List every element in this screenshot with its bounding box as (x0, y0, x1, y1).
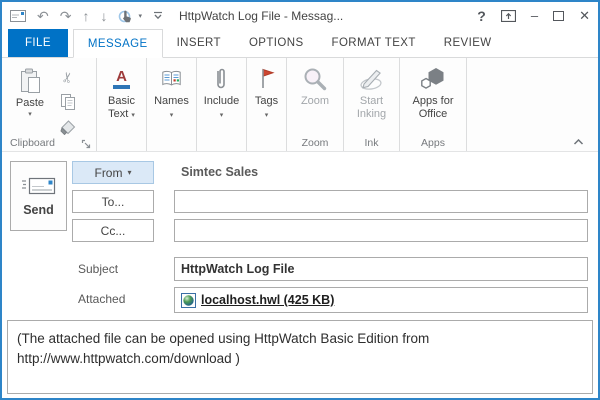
subject-input[interactable]: HttpWatch Log File (174, 257, 588, 281)
undo-icon[interactable]: ↶ (37, 9, 49, 23)
window-menu-icon[interactable] (10, 9, 26, 22)
minimize-button[interactable]: – (531, 9, 538, 22)
window-controls: ? – ✕ (477, 9, 590, 23)
move-up-icon[interactable]: ↑ (82, 9, 89, 23)
tab-message[interactable]: MESSAGE (72, 29, 163, 58)
magnifier-icon (302, 65, 328, 93)
customize-qat-icon[interactable] (153, 11, 163, 20)
address-book-icon (160, 65, 183, 93)
from-value: Simtec Sales (181, 165, 259, 179)
attachment-name: localhost.hwl (425 KB) (201, 293, 335, 307)
from-button[interactable]: From ▾ (72, 161, 154, 184)
clipboard-dialog-launcher[interactable] (81, 139, 91, 149)
ribbon-group-tags: Tags ▾ (247, 58, 287, 151)
cc-input[interactable] (174, 219, 588, 242)
paste-caret-icon: ▾ (28, 110, 32, 118)
touch-mouse-mode-icon[interactable] (118, 8, 134, 24)
maximize-button[interactable] (553, 10, 565, 21)
cut-icon: ✂ (58, 69, 77, 85)
apps-hexagon-icon (419, 65, 447, 93)
ink-group-label: Ink (364, 136, 379, 149)
names-button[interactable]: Names ▾ (154, 61, 189, 151)
send-envelope-icon (20, 175, 58, 197)
to-button[interactable]: To... (72, 190, 154, 213)
pen-icon (358, 65, 386, 93)
format-painter-icon (60, 119, 76, 135)
tab-review[interactable]: REVIEW (430, 29, 506, 57)
subject-label: Subject (78, 262, 119, 276)
outlook-message-window: ↶ ↷ ↑ ↓ ▾ HttpWatch Log File - Messag...… (0, 0, 600, 400)
clipboard-group-label: Clipboard (2, 136, 96, 149)
ribbon-group-apps: Apps for Office Apps (400, 58, 467, 151)
basic-text-icon: A (113, 65, 130, 93)
redo-icon[interactable]: ↷ (60, 9, 72, 23)
tab-insert[interactable]: INSERT (163, 29, 235, 57)
apps-group-label: Apps (421, 136, 445, 149)
from-caret-icon: ▾ (127, 168, 132, 177)
attached-field: localhost.hwl (425 KB) (174, 287, 588, 313)
zoom-group-label: Zoom (301, 136, 329, 149)
paste-icon (19, 67, 42, 95)
hwl-file-icon (181, 292, 196, 308)
collapse-ribbon-button[interactable] (573, 139, 584, 145)
ribbon-group-include: Include ▾ (197, 58, 247, 151)
copy-icon (61, 94, 75, 110)
attached-label: Attached (78, 292, 126, 306)
tab-format-text[interactable]: FORMAT TEXT (318, 29, 430, 57)
help-button[interactable]: ? (477, 9, 486, 23)
basic-text-button[interactable]: A Basic Text ▾ (99, 61, 145, 151)
copy-button[interactable] (57, 92, 79, 112)
ribbon-group-zoom: Zoom Zoom (287, 58, 344, 151)
attachment-item[interactable]: localhost.hwl (425 KB) (181, 292, 335, 308)
ribbon-group-ink: Start Inking Ink (344, 58, 400, 151)
send-label: Send (23, 203, 54, 217)
ribbon: Paste ▾ ✂ Clipboard A Basic Text ▾ Names… (2, 58, 598, 152)
ribbon-display-options-button[interactable] (500, 9, 516, 22)
cc-button[interactable]: Cc... (72, 219, 154, 242)
to-input[interactable] (174, 190, 588, 213)
tab-options[interactable]: OPTIONS (235, 29, 318, 57)
window-title: HttpWatch Log File - Messag... (178, 8, 344, 23)
ribbon-group-names: Names ▾ (147, 58, 197, 151)
ribbon-tab-bar: FILE MESSAGE INSERT OPTIONS FORMAT TEXT … (2, 29, 598, 58)
message-body-text: (The attached file can be opened using H… (17, 331, 430, 367)
message-body-editor[interactable]: (The attached file can be opened using H… (7, 320, 593, 394)
format-painter-button[interactable] (57, 117, 79, 137)
move-down-icon[interactable]: ↓ (100, 9, 107, 23)
send-button[interactable]: Send (10, 161, 67, 231)
paperclip-icon (214, 65, 228, 93)
ribbon-group-clipboard: Paste ▾ ✂ Clipboard (2, 58, 97, 151)
paste-button[interactable]: Paste ▾ (8, 63, 52, 137)
touch-mode-caret-icon[interactable]: ▾ (138, 12, 142, 20)
include-button[interactable]: Include ▾ (204, 61, 239, 151)
quick-access-toolbar: ↶ ↷ ↑ ↓ ▾ (10, 8, 163, 24)
title-bar: ↶ ↷ ↑ ↓ ▾ HttpWatch Log File - Messag...… (2, 2, 598, 29)
tab-file[interactable]: FILE (8, 29, 68, 57)
message-header: Send From ▾ Simtec Sales To... Cc... Subj… (2, 152, 598, 320)
paste-label: Paste (15, 97, 45, 109)
tags-button[interactable]: Tags ▾ (255, 61, 278, 151)
ribbon-group-basic-text: A Basic Text ▾ (97, 58, 147, 151)
flag-icon (258, 65, 275, 93)
close-button[interactable]: ✕ (579, 9, 590, 22)
cut-button[interactable]: ✂ (57, 67, 79, 87)
